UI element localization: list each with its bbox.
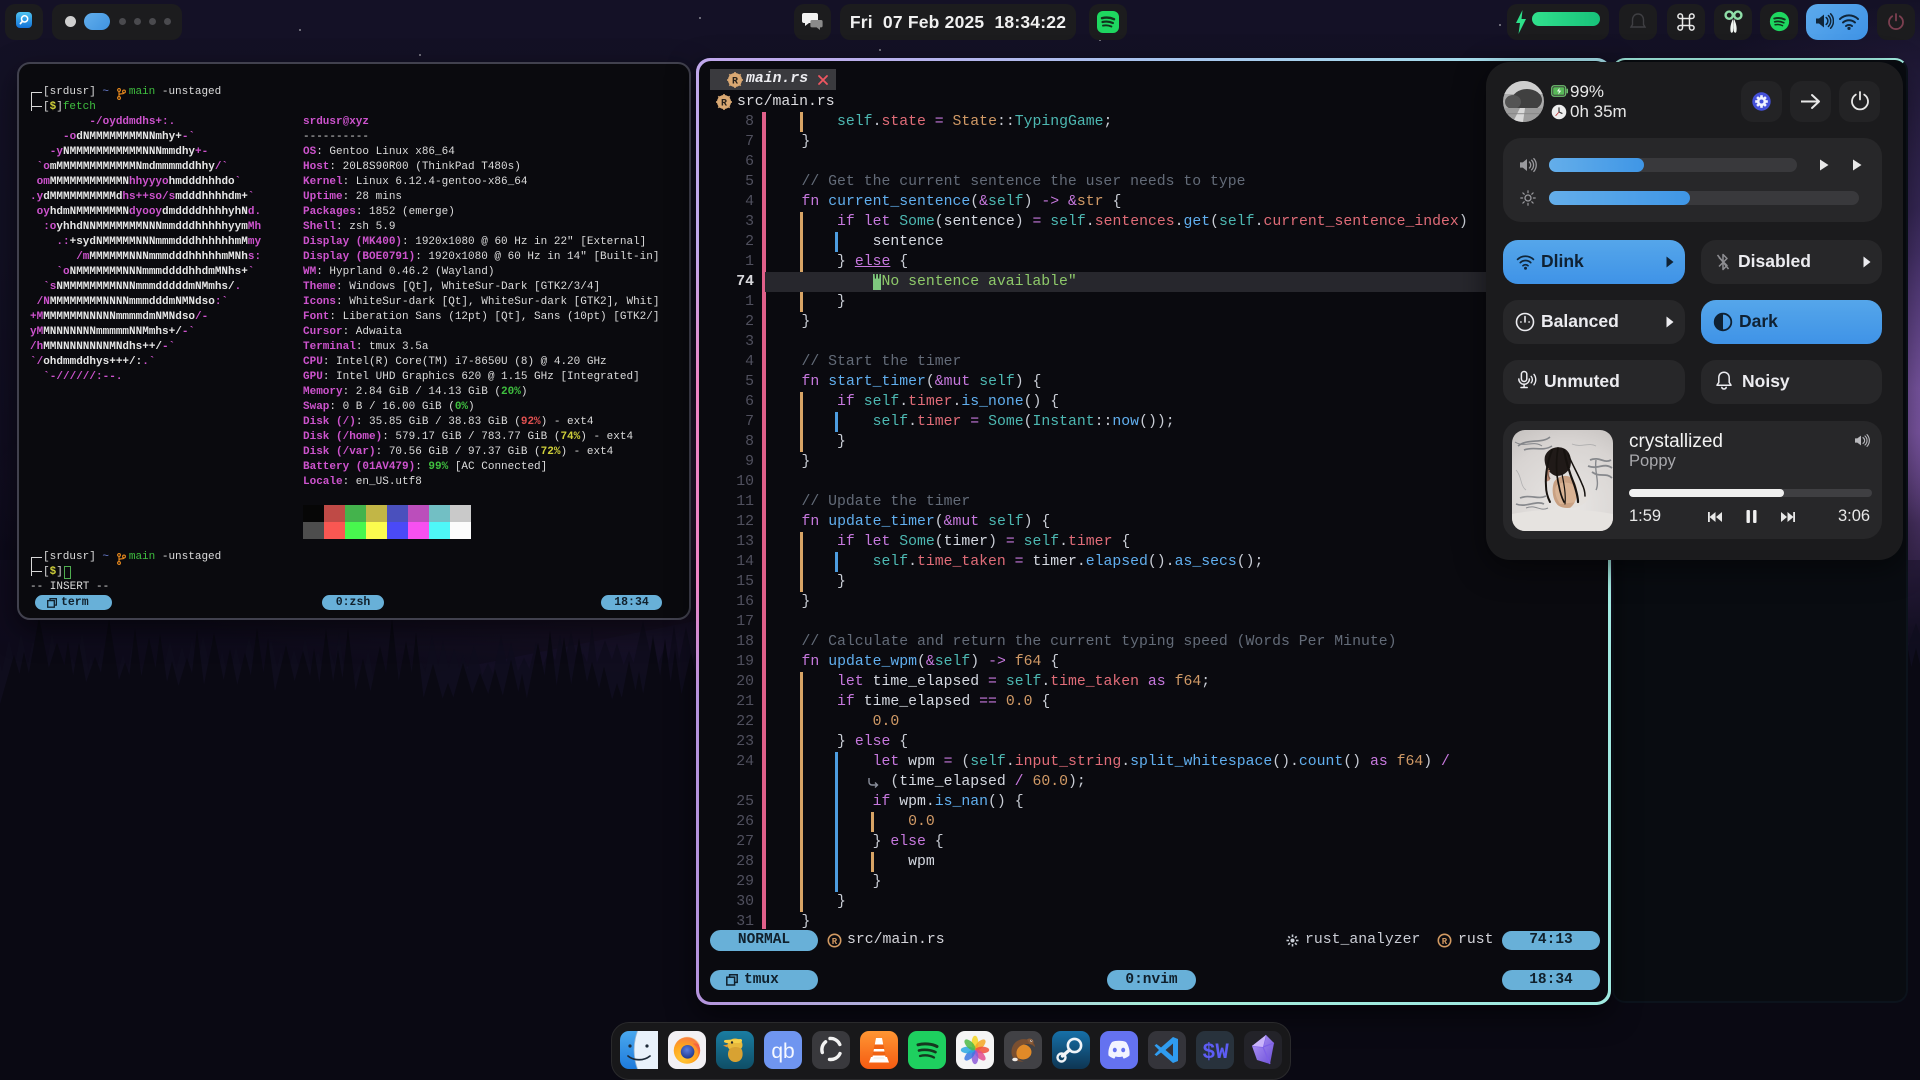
svg-text:qb: qb (771, 1040, 794, 1063)
svg-text:$W: $W (1202, 1040, 1229, 1065)
svg-text:R: R (832, 937, 838, 947)
svg-text:R: R (721, 99, 727, 110)
svg-text:R: R (1442, 937, 1448, 947)
svg-text:R: R (732, 77, 738, 88)
